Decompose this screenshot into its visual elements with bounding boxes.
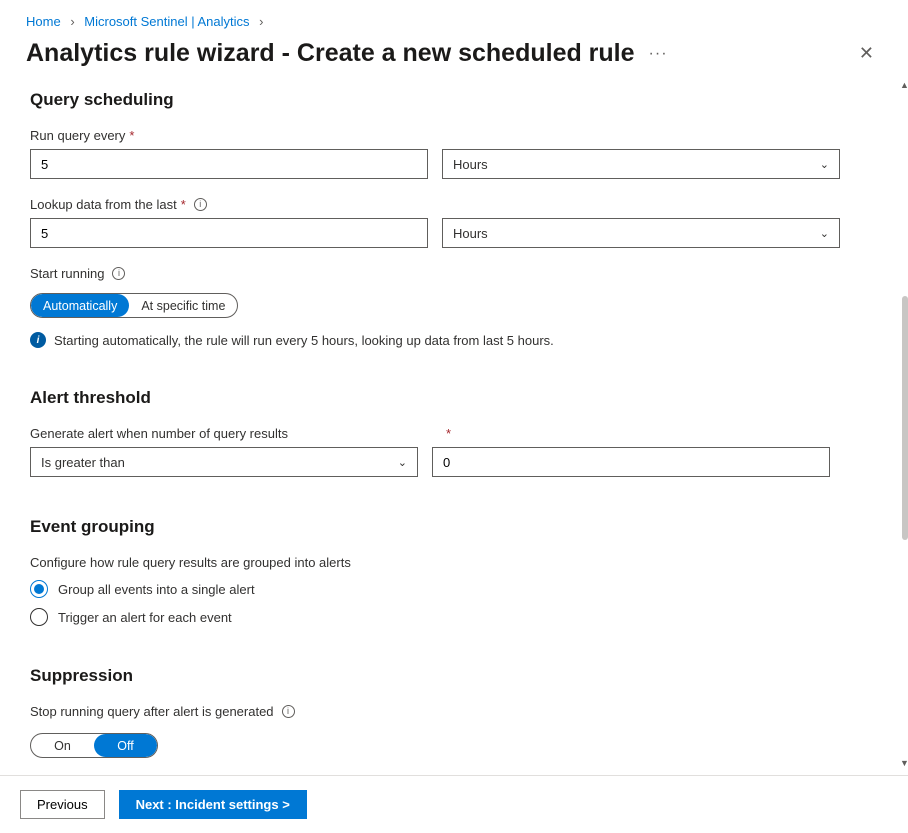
breadcrumb: Home › Microsoft Sentinel | Analytics › (0, 0, 908, 29)
breadcrumb-home[interactable]: Home (26, 14, 61, 29)
threshold-label: Generate alert when number of query resu… (30, 426, 288, 441)
toggle-automatically[interactable]: Automatically (31, 294, 129, 317)
breadcrumb-sentinel[interactable]: Microsoft Sentinel | Analytics (84, 14, 249, 29)
radio-group-all-label: Group all events into a single alert (58, 582, 255, 597)
threshold-operator-value: Is greater than (41, 455, 125, 470)
chevron-right-icon: › (70, 14, 74, 29)
chevron-right-icon: › (259, 14, 263, 29)
previous-button[interactable]: Previous (20, 790, 105, 819)
lookup-unit-value: Hours (453, 226, 488, 241)
grouping-label: Configure how rule query results are gro… (30, 555, 351, 570)
more-icon[interactable]: ··· (649, 45, 668, 63)
close-icon: ✕ (859, 43, 874, 63)
next-button[interactable]: Next : Incident settings > (119, 790, 307, 819)
run-every-unit-select[interactable]: Hours ⌄ (442, 149, 840, 179)
page-title: Analytics rule wizard - Create a new sch… (26, 39, 635, 68)
run-every-label: Run query every (30, 128, 125, 143)
lookup-value-input[interactable] (30, 218, 428, 248)
section-suppression: Suppression (30, 666, 878, 686)
toggle-specific-time[interactable]: At specific time (129, 294, 237, 317)
scrollbar[interactable]: ▲ ▼ (900, 80, 908, 768)
radio-group-all[interactable] (30, 580, 48, 598)
threshold-value-input[interactable] (432, 447, 830, 477)
start-running-label: Start running (30, 266, 104, 281)
toggle-off[interactable]: Off (94, 734, 157, 757)
threshold-operator-select[interactable]: Is greater than ⌄ (30, 447, 418, 477)
info-badge-icon: i (30, 332, 46, 348)
start-running-toggle: Automatically At specific time (30, 293, 238, 318)
run-every-value-input[interactable] (30, 149, 428, 179)
info-icon[interactable]: i (282, 705, 295, 718)
toggle-on[interactable]: On (31, 734, 94, 757)
radio-trigger-each-label: Trigger an alert for each event (58, 610, 232, 625)
suppression-toggle: On Off (30, 733, 158, 758)
section-alert-threshold: Alert threshold (30, 388, 878, 408)
suppression-label: Stop running query after alert is genera… (30, 704, 274, 719)
section-event-grouping: Event grouping (30, 517, 878, 537)
required-indicator: * (446, 426, 451, 441)
info-icon[interactable]: i (112, 267, 125, 280)
chevron-down-icon: ⌄ (398, 456, 407, 469)
chevron-down-icon: ⌄ (820, 158, 829, 171)
page-header: Analytics rule wizard - Create a new sch… (0, 29, 908, 90)
scroll-thumb[interactable] (902, 296, 908, 540)
info-icon[interactable]: i (194, 198, 207, 211)
scroll-down-icon[interactable]: ▼ (900, 758, 908, 768)
content-panel: Query scheduling Run query every * Hours… (0, 90, 908, 762)
required-indicator: * (181, 197, 186, 212)
required-indicator: * (129, 128, 134, 143)
footer: Previous Next : Incident settings > (0, 775, 908, 833)
lookup-label: Lookup data from the last (30, 197, 177, 212)
section-query-scheduling: Query scheduling (30, 90, 878, 110)
scroll-up-icon[interactable]: ▲ (900, 80, 908, 90)
schedule-info-text: Starting automatically, the rule will ru… (54, 333, 554, 348)
lookup-unit-select[interactable]: Hours ⌄ (442, 218, 840, 248)
radio-trigger-each[interactable] (30, 608, 48, 626)
chevron-down-icon: ⌄ (820, 227, 829, 240)
close-button[interactable]: ✕ (851, 39, 882, 68)
run-every-unit-value: Hours (453, 157, 488, 172)
